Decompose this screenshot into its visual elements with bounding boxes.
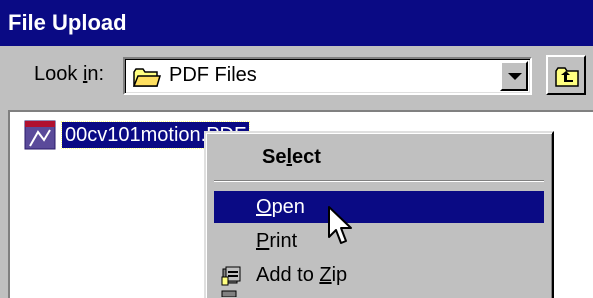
pdf-file-icon [24,120,56,150]
folder-icon [133,68,161,87]
file-upload-window: File Upload Look in: PDF Files 00cv101mo… [0,0,593,298]
menu-item-print[interactable]: Print [214,225,544,257]
mouse-cursor-icon [328,206,352,244]
look-in-value: PDF Files [169,64,257,86]
menu-item-select[interactable]: Select [214,141,544,173]
up-folder-icon [555,67,579,87]
look-in-label: Look in: [34,63,105,85]
menu-separator [214,180,544,182]
menu-item-open[interactable]: Open [214,191,544,223]
menu-item-add-to-zip[interactable]: Add to Zip [214,259,544,297]
context-menu: Select Open Print Add to Zip [204,131,554,298]
window-title: File Upload [8,10,127,35]
partial-menu-icon [221,290,237,297]
look-in-dropdown[interactable]: PDF Files [123,57,532,95]
dropdown-button[interactable] [500,61,528,91]
chevron-down-icon [508,73,522,80]
up-one-level-button[interactable] [546,55,586,95]
title-bar: File Upload [0,0,593,46]
zip-icon [221,266,241,286]
look-in-row: Look in: PDF Files [0,55,593,99]
